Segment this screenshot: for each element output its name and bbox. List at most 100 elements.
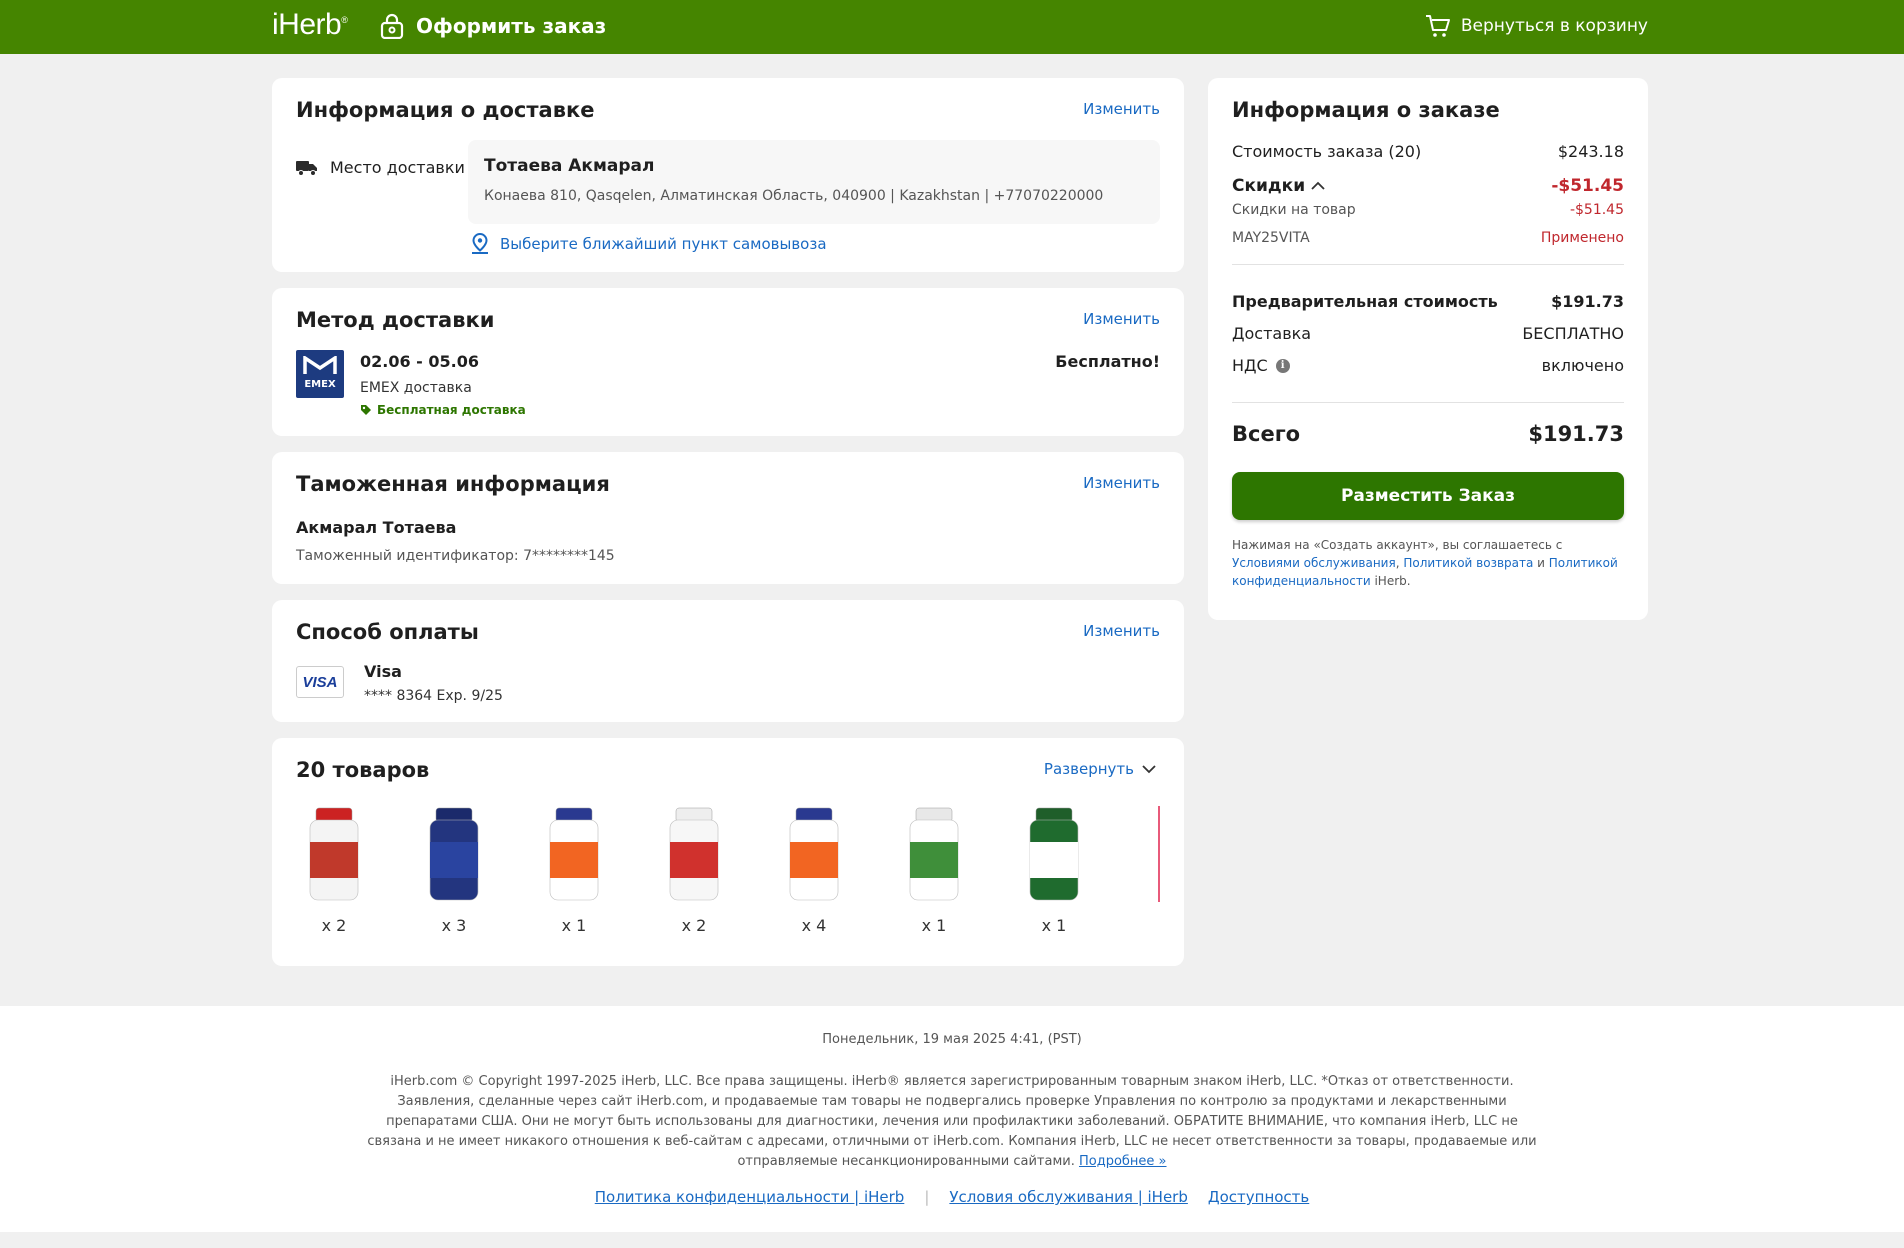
address-box[interactable]: Тотаева Акмарал Конаева 810, Qasqelen, А… xyxy=(468,140,1160,224)
place-order-label: Разместить Заказ xyxy=(1340,486,1516,506)
lock-icon xyxy=(380,13,404,39)
product-bottle-icon xyxy=(309,807,359,901)
items-title: 20 товаров xyxy=(296,758,430,782)
privacy-policy-link[interactable]: Политика конфиденциальности | iHerb xyxy=(595,1188,905,1206)
product-quantity: x 3 xyxy=(441,916,467,935)
vat-value: включено xyxy=(1541,356,1624,375)
place-order-button[interactable]: Разместить Заказ xyxy=(1232,472,1624,520)
product-quantity: x 2 xyxy=(681,916,707,935)
logo-text: iHerb xyxy=(272,8,342,41)
promo-row: MAY25VITA Применено xyxy=(1232,230,1624,246)
pickup-point-link[interactable]: Выберите ближайший пункт самовывоза xyxy=(470,233,827,255)
pre-total-label: Предварительная стоимость xyxy=(1232,292,1498,311)
product-discount-row: Скидки на товар -$51.45 xyxy=(1232,202,1624,218)
order-summary-card: Информация о заказе Стоимость заказа (20… xyxy=(1208,78,1648,620)
expand-items-link[interactable]: Развернуть xyxy=(1044,760,1156,778)
info-icon[interactable]: i xyxy=(1275,358,1290,373)
visa-card-icon: VISA xyxy=(296,666,344,698)
back-to-cart-link[interactable]: Вернуться в корзину xyxy=(1425,14,1648,38)
product-item[interactable]: x 2 xyxy=(644,806,744,935)
total-row: Всего $191.73 xyxy=(1232,422,1624,446)
tag-icon xyxy=(361,405,371,415)
product-item[interactable]: x 1 xyxy=(1004,806,1104,935)
total-label: Всего xyxy=(1232,422,1301,446)
product-discount-value: -$51.45 xyxy=(1569,202,1624,218)
customs-info-card: Таможенная информация Изменить Акмарал Т… xyxy=(272,452,1184,584)
legal-and: и xyxy=(1533,556,1549,570)
footer-disclaimer: iHerb.com © Copyright 1997-2025 iHerb, L… xyxy=(358,1072,1546,1172)
shipping-method-card: Метод доставки Изменить EMEX 02.06 - 05.… xyxy=(272,288,1184,436)
pickup-point-label: Выберите ближайший пункт самовывоза xyxy=(500,235,827,253)
summary-divider-2 xyxy=(1232,402,1624,403)
free-shipping-label: Бесплатная доставка xyxy=(377,403,526,417)
terms-of-service-link[interactable]: Условия обслуживания | iHerb xyxy=(949,1188,1188,1206)
subtotal-row: Стоимость заказа (20) $243.18 xyxy=(1232,142,1624,161)
product-item[interactable]: x 2 xyxy=(284,806,384,935)
summary-divider-1 xyxy=(1232,264,1624,265)
emex-logo-text: EMEX xyxy=(304,379,336,390)
summary-title: Информация о заказе xyxy=(1232,98,1500,122)
discounts-value: -$51.45 xyxy=(1551,176,1624,196)
product-quantity: x 1 xyxy=(921,916,947,935)
product-quantity: x 1 xyxy=(1041,916,1067,935)
customs-id: Таможенный идентификатор: 7********145 xyxy=(296,548,615,564)
product-bottle-icon xyxy=(909,807,959,901)
footer: Понедельник, 19 мая 2025 4:41, (PST) iHe… xyxy=(0,1006,1904,1232)
terms-link[interactable]: Условиями обслуживания xyxy=(1232,556,1396,570)
recipient-name: Тотаева Акмарал xyxy=(484,156,655,176)
legal-text: Нажимая на «Создать аккаунт», вы соглаша… xyxy=(1232,536,1624,590)
iherb-logo[interactable]: iHerb® xyxy=(272,8,348,42)
product-bottle-icon xyxy=(669,807,719,901)
product-quantity: x 2 xyxy=(321,916,347,935)
carrier-name: EMEX доставка xyxy=(360,380,472,396)
pre-total-row: Предварительная стоимость $191.73 xyxy=(1232,292,1624,311)
pre-total-value: $191.73 xyxy=(1551,292,1624,311)
vat-row: НДС i включено xyxy=(1232,356,1624,375)
promo-code: MAY25VITA xyxy=(1232,230,1310,246)
footer-links: Политика конфиденциальности | iHerb | Ус… xyxy=(0,1188,1904,1206)
discounts-toggle[interactable]: Скидки xyxy=(1232,176,1325,196)
footer-separator: | xyxy=(924,1188,930,1206)
shipping-value: БЕСПЛАТНО xyxy=(1522,324,1624,343)
total-value: $191.73 xyxy=(1528,422,1624,446)
cart-icon xyxy=(1425,15,1450,37)
delivery-info-edit-link[interactable]: Изменить xyxy=(1083,100,1160,118)
read-more-link[interactable]: Подробнее » xyxy=(1079,1154,1167,1169)
back-to-cart-label: Вернуться в корзину xyxy=(1460,16,1648,36)
visa-logo-text: VISA xyxy=(302,673,338,691)
chevron-down-icon xyxy=(1142,765,1156,774)
product-item[interactable]: x 1 xyxy=(524,806,624,935)
truck-icon xyxy=(296,161,317,176)
scroll-indicator xyxy=(1158,806,1160,902)
discounts-row[interactable]: Скидки -$51.45 xyxy=(1232,176,1624,196)
subtotal-label: Стоимость заказа (20) xyxy=(1232,142,1422,161)
delivery-info-title: Информация о доставке xyxy=(296,98,595,122)
page-title: Оформить заказ xyxy=(416,14,607,38)
legal-suffix: iHerb. xyxy=(1370,574,1411,588)
shipping-method-title: Метод доставки xyxy=(296,308,495,332)
customs-title: Таможенная информация xyxy=(296,472,610,496)
product-bottle-icon xyxy=(789,807,839,901)
location-pin-icon xyxy=(472,233,488,254)
product-bottle-icon xyxy=(1029,807,1079,901)
legal-prefix: Нажимая на «Создать аккаунт», вы соглаша… xyxy=(1232,538,1563,552)
product-quantity: x 1 xyxy=(561,916,587,935)
disclaimer-text: iHerb.com © Copyright 1997-2025 iHerb, L… xyxy=(367,1074,1537,1169)
product-bottle-icon xyxy=(429,807,479,901)
returns-link[interactable]: Политикой возврата xyxy=(1403,556,1533,570)
customs-edit-link[interactable]: Изменить xyxy=(1083,474,1160,492)
product-item[interactable]: x 3 xyxy=(404,806,504,935)
emex-logo: EMEX xyxy=(296,350,344,398)
items-card: 20 товаров Развернуть x 2 x 3 x 1 x 2 x 4 x 1… xyxy=(272,738,1184,966)
accessibility-link[interactable]: Доступность xyxy=(1208,1188,1309,1206)
shipping-method-edit-link[interactable]: Изменить xyxy=(1083,310,1160,328)
product-quantity: x 4 xyxy=(801,916,827,935)
payment-edit-link[interactable]: Изменить xyxy=(1083,622,1160,640)
delivery-place-label: Место доставки xyxy=(330,158,465,177)
checkout-title: Оформить заказ xyxy=(380,13,606,39)
product-item[interactable]: x 4 xyxy=(764,806,864,935)
expand-label: Развернуть xyxy=(1043,760,1134,778)
subtotal-value: $243.18 xyxy=(1557,142,1624,161)
shipping-price: Бесплатно! xyxy=(1055,352,1160,371)
product-item[interactable]: x 1 xyxy=(884,806,984,935)
